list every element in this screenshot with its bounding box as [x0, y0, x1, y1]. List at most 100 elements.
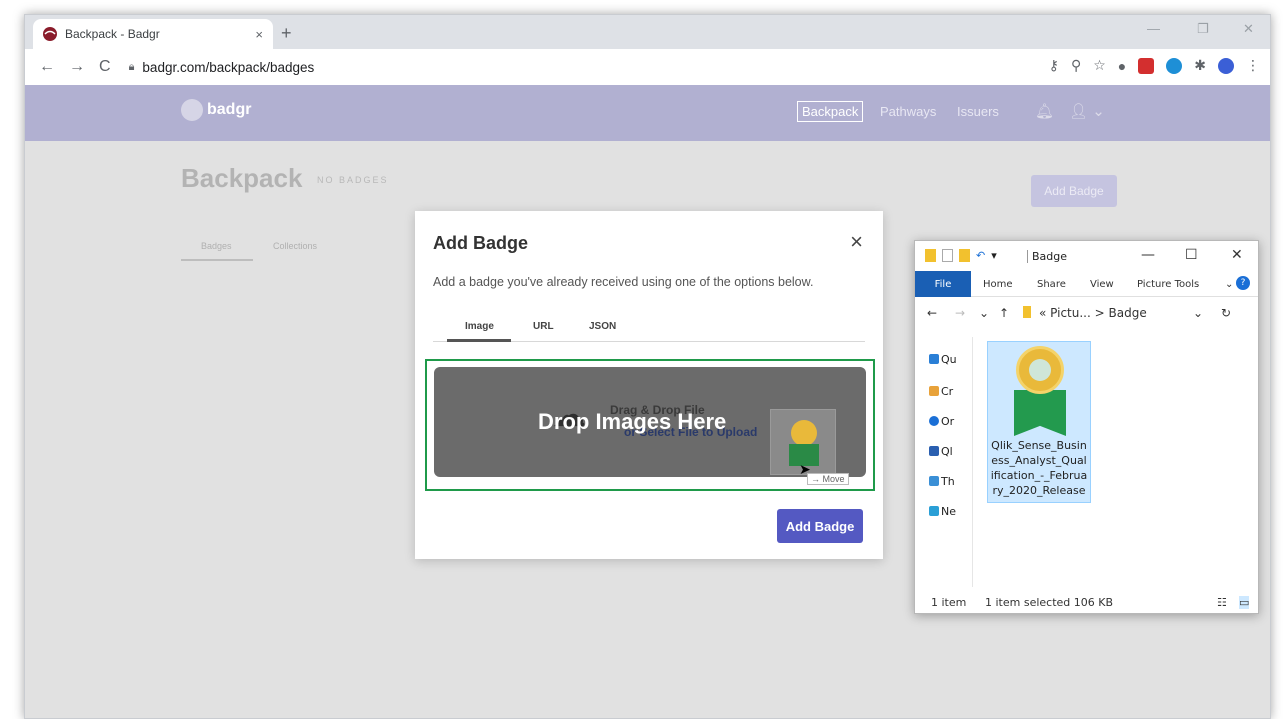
logo-text: badgr: [207, 101, 252, 118]
extension-circle-icon[interactable]: ●: [1118, 58, 1126, 74]
add-badge-button[interactable]: Add Badge: [777, 509, 863, 543]
badgr-favicon-icon: [43, 27, 57, 41]
badge-medal-icon: [1016, 346, 1064, 394]
explorer-close-icon[interactable]: ✕: [1231, 247, 1243, 263]
add-badge-button-bg[interactable]: Add Badge: [1031, 175, 1117, 207]
breadcrumb[interactable]: « Pictu... > Badge: [1039, 306, 1147, 320]
puzzle-icon[interactable]: ✱: [1194, 57, 1206, 74]
browser-toolbar: ← → C 🔒︎ badgr.com/backpack/badges ⚷ ⚲ ☆…: [25, 49, 1270, 85]
tab-badges[interactable]: Badges: [201, 241, 232, 251]
forward-icon[interactable]: →: [69, 58, 85, 76]
customize-arrow-icon[interactable]: ▾: [991, 249, 997, 262]
tab-image[interactable]: Image: [465, 321, 494, 332]
close-window-icon[interactable]: ✕: [1243, 21, 1254, 37]
modal-title: Add Badge: [433, 233, 529, 253]
explorer-address-row: ← → ⌄ ↑ « Pictu... > Badge ⌄ ↻: [915, 298, 1258, 328]
ribbon-picture-tools-tab[interactable]: Picture Tools: [1137, 279, 1199, 290]
tab-url[interactable]: URL: [533, 321, 554, 332]
zoom-icon[interactable]: ⚲: [1071, 57, 1081, 74]
tab-close-icon[interactable]: ×: [255, 27, 263, 42]
quick-access-icon: [929, 354, 939, 364]
item-count: 1 item: [931, 596, 967, 609]
new-folder-icon[interactable]: [959, 249, 970, 262]
folder-icon: [925, 249, 936, 262]
up-icon[interactable]: ↑: [999, 306, 1009, 320]
explorer-title: Badge: [1027, 250, 1067, 263]
profile-avatar[interactable]: [1218, 57, 1234, 74]
properties-icon[interactable]: [942, 249, 953, 262]
browser-tab[interactable]: Backpack - Badgr ×: [33, 19, 273, 49]
add-badge-modal: Add Badge × Add a badge you've already r…: [415, 211, 883, 559]
ribbon-view-tab[interactable]: View: [1090, 279, 1114, 290]
network-icon: [929, 506, 939, 516]
help-icon[interactable]: ?: [1236, 276, 1250, 290]
nav-item-this-pc[interactable]: Th: [941, 475, 955, 488]
reload-icon[interactable]: C: [99, 58, 111, 76]
nav-pathways[interactable]: Pathways: [880, 104, 936, 119]
back-icon[interactable]: ←: [39, 58, 55, 76]
tab-bar: Backpack - Badgr × + — ❐ ✕: [25, 15, 1270, 49]
recent-locations-icon[interactable]: ⌄: [979, 306, 989, 320]
nav-item-network[interactable]: Ne: [941, 505, 956, 518]
refresh-icon[interactable]: ↻: [1221, 306, 1231, 320]
explorer-address-bar[interactable]: « Pictu... > Badge ⌄: [1019, 302, 1215, 324]
drag-move-hint: → Move: [807, 473, 849, 485]
explorer-back-icon[interactable]: ←: [927, 306, 937, 320]
explorer-status-bar: 1 item 1 item selected 106 KB ☷ ▭: [915, 593, 1258, 613]
nav-item-ql[interactable]: Ql: [941, 445, 953, 458]
file-explorer-window: ↶ ▾ Badge — ☐ ✕ File Home Share View Pic…: [914, 240, 1259, 614]
tab-collections[interactable]: Collections: [273, 241, 317, 251]
ribbon-file-tab[interactable]: File: [915, 271, 971, 297]
ribbon-home-tab[interactable]: Home: [983, 279, 1013, 290]
menu-icon[interactable]: ⋮: [1246, 57, 1260, 74]
explorer-ribbon: File Home Share View Picture Tools ⌄ ?: [915, 271, 1258, 297]
nav-item-creative-cloud[interactable]: Cr: [941, 385, 953, 398]
details-view-icon[interactable]: ☷: [1217, 596, 1227, 609]
tab-title: Backpack - Badgr: [65, 27, 160, 41]
bell-icon[interactable]: 🔔︎: [1035, 102, 1054, 120]
close-icon[interactable]: ×: [850, 229, 863, 255]
extension-icon[interactable]: [1166, 57, 1183, 74]
drive-icon: [929, 446, 939, 456]
badge-thumbnail: [996, 346, 1082, 438]
explorer-maximize-icon[interactable]: ☐: [1185, 247, 1198, 263]
drop-overlay-text: Drop Images Here: [538, 409, 727, 434]
badge-medal-inner: [1029, 359, 1051, 381]
nav-issuers[interactable]: Issuers: [957, 104, 999, 119]
active-tab-underline: [447, 339, 511, 342]
extensions-area: ⚷ ⚲ ☆ ● ✱ ⋮: [1049, 57, 1260, 74]
drop-zone[interactable]: ☁︎ Drag & Drop File or Select File to Up…: [425, 359, 875, 491]
badge-count-label: NO BADGES: [317, 175, 389, 185]
ribbon-share-tab[interactable]: Share: [1037, 279, 1066, 290]
badgr-logo-icon: [181, 99, 203, 121]
address-dropdown-icon[interactable]: ⌄: [1193, 306, 1203, 320]
large-icons-view-icon[interactable]: ▭: [1239, 596, 1250, 609]
tab-underline: [181, 259, 253, 261]
nav-item-onedrive[interactable]: Or: [941, 415, 954, 428]
navigation-pane: Qu Cr Or Ql Th Ne: [915, 337, 973, 587]
bookmark-star-icon[interactable]: ☆: [1093, 57, 1106, 74]
minimize-icon[interactable]: —: [1147, 21, 1160, 36]
nav-item-quick-access[interactable]: Qu: [941, 353, 957, 366]
tab-json[interactable]: JSON: [589, 321, 616, 332]
nav-backpack[interactable]: Backpack: [797, 101, 864, 122]
key-icon[interactable]: ⚷: [1049, 57, 1059, 74]
undo-icon[interactable]: ↶: [976, 249, 985, 262]
file-item-selected[interactable]: Qlik_Sense_Business_Analyst_Qualificatio…: [987, 341, 1091, 503]
restore-icon[interactable]: ❐: [1197, 21, 1209, 37]
explorer-title-bar: ↶ ▾ Badge — ☐ ✕: [915, 241, 1258, 271]
file-name: Qlik_Sense_Business_Analyst_Qualificatio…: [990, 439, 1088, 497]
user-menu-icon[interactable]: 👤︎ ⌄: [1069, 102, 1105, 120]
address-bar[interactable]: badgr.com/backpack/badges: [142, 60, 314, 75]
badgr-logo[interactable]: badgr: [181, 99, 251, 121]
new-tab-button[interactable]: +: [281, 23, 292, 44]
quick-access-toolbar: ↶ ▾: [925, 249, 997, 262]
site-header: badgr Backpack Pathways Issuers 🔔︎ 👤︎ ⌄: [25, 85, 1270, 141]
explorer-forward-icon[interactable]: →: [955, 306, 965, 320]
onedrive-icon: [929, 416, 939, 426]
ribbon-expand-icon[interactable]: ⌄: [1225, 279, 1233, 290]
explorer-minimize-icon[interactable]: —: [1141, 247, 1155, 263]
lock-icon[interactable]: 🔒︎: [129, 61, 135, 74]
pdf-extension-icon[interactable]: [1138, 57, 1155, 74]
modal-tabs: Image URL JSON: [433, 315, 865, 342]
